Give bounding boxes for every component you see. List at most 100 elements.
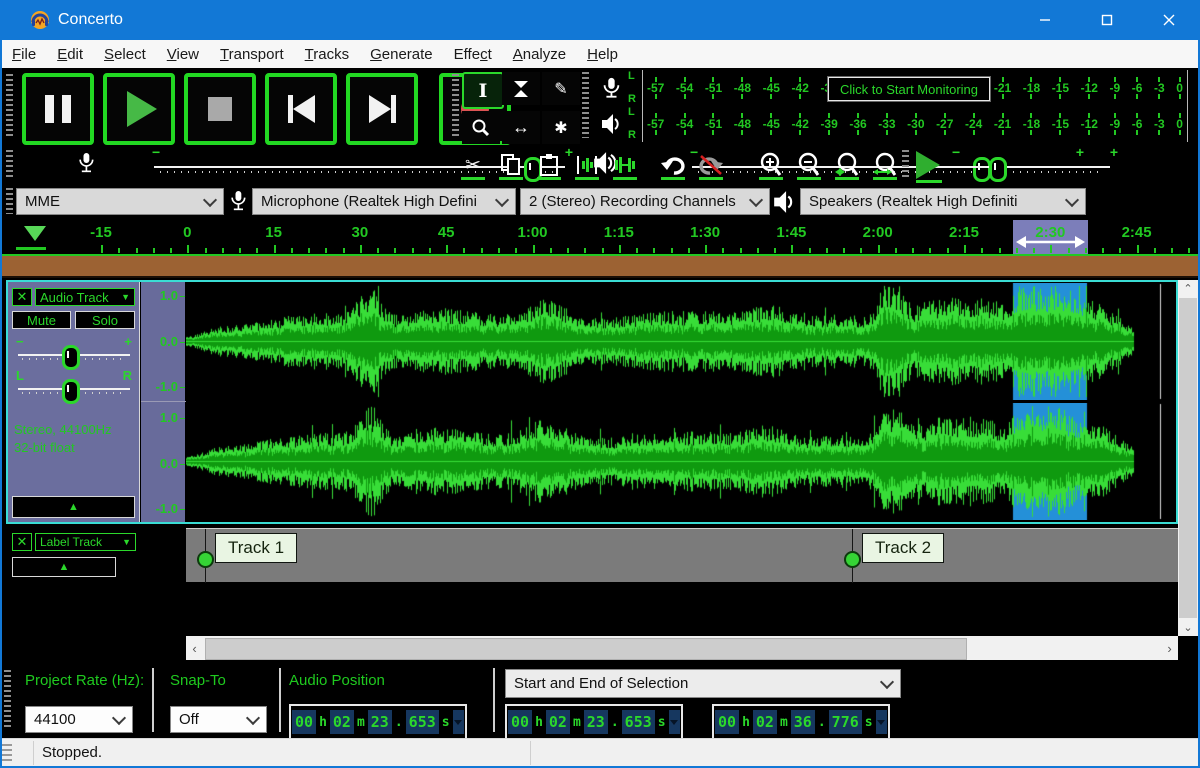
pan-thumb[interactable] [62, 379, 80, 404]
recording-channels-dropdown[interactable]: 2 (Stereo) Recording Channels [520, 188, 770, 215]
label-marker[interactable] [197, 551, 214, 568]
timeline-ruler[interactable]: -1501530451:001:151:301:452:002:152:302:… [0, 220, 1200, 256]
scroll-up-arrow[interactable]: ⌃ [1178, 282, 1198, 295]
trim-audio-button[interactable] [570, 150, 604, 180]
time-digit[interactable]: 653 [622, 710, 655, 734]
scrub-ruler[interactable] [0, 256, 1200, 278]
scroll-down-arrow[interactable]: ⌄ [1178, 621, 1198, 634]
time-unit[interactable]: . [609, 710, 621, 734]
mute-button[interactable]: Mute [12, 311, 71, 329]
play-speed-thumb[interactable] [989, 157, 1007, 182]
undo-button[interactable] [656, 150, 690, 180]
time-unit[interactable]: s [656, 710, 668, 734]
time-field-dropdown-arrow[interactable] [876, 710, 887, 734]
menu-item-analyze[interactable]: Analyze [513, 46, 566, 63]
scroll-right-arrow[interactable]: › [1161, 641, 1178, 656]
multi-tool-button[interactable]: ✱ [542, 111, 580, 144]
gain-slider[interactable]: − + [16, 338, 132, 366]
skip-to-end-button[interactable] [346, 73, 418, 145]
time-field-dropdown-arrow[interactable] [453, 710, 464, 734]
selection-start-field[interactable]: 00h02m23.653s [505, 704, 683, 740]
mixer-toolbar-grip[interactable] [6, 150, 13, 178]
scroll-left-arrow[interactable]: ‹ [186, 641, 203, 656]
timeline-pointer[interactable] [24, 226, 46, 241]
recording-device-dropdown[interactable]: Microphone (Realtek High Defini [252, 188, 516, 215]
time-digit[interactable]: 776 [829, 710, 862, 734]
pan-slider[interactable]: L R [16, 372, 132, 400]
meter-toolbar-grip[interactable] [582, 72, 589, 138]
audio-host-dropdown[interactable]: MME [16, 188, 224, 215]
skip-to-start-button[interactable] [265, 73, 337, 145]
tools-toolbar-grip[interactable] [452, 74, 459, 138]
time-digit[interactable]: 00 [292, 710, 316, 734]
menu-item-transport[interactable]: Transport [220, 46, 284, 63]
menu-item-file[interactable]: File [12, 46, 36, 63]
record-meter-mic-icon[interactable] [594, 72, 628, 104]
time-digit[interactable]: 23 [368, 710, 392, 734]
play-at-speed-grip[interactable] [902, 150, 909, 178]
zoom-tool-button[interactable] [462, 111, 500, 144]
horizontal-scroll-thumb[interactable] [205, 638, 967, 660]
time-unit[interactable]: m [778, 710, 790, 734]
time-unit[interactable]: h [317, 710, 329, 734]
time-digit[interactable]: 02 [753, 710, 777, 734]
zoom-out-button[interactable] [792, 150, 826, 180]
time-digit[interactable]: 36 [791, 710, 815, 734]
time-unit[interactable]: . [816, 710, 828, 734]
menu-item-generate[interactable]: Generate [370, 46, 433, 63]
envelope-tool-button[interactable] [502, 72, 540, 105]
menu-item-help[interactable]: Help [587, 46, 618, 63]
play-button[interactable] [103, 73, 175, 145]
time-shift-tool-button[interactable]: ↔ [502, 111, 540, 144]
time-digit[interactable]: 00 [508, 710, 532, 734]
vertical-ruler[interactable]: 1.00.0-1.01.00.0-1.0 [141, 282, 186, 522]
paste-button[interactable] [532, 150, 566, 180]
project-rate-dropdown[interactable]: 44100 [25, 706, 133, 733]
selection-end-field[interactable]: 00h02m36.776s [712, 704, 890, 740]
time-unit[interactable]: h [740, 710, 752, 734]
menu-item-effect[interactable]: Effect [454, 46, 492, 63]
time-digit[interactable]: 02 [546, 710, 570, 734]
audio-position-field[interactable]: 00h02m23.653s [289, 704, 467, 740]
menu-item-tracks[interactable]: Tracks [305, 46, 349, 63]
label-track-close-button[interactable]: ✕ [12, 533, 32, 551]
menu-item-edit[interactable]: Edit [57, 46, 83, 63]
selection-toolbar-grip[interactable] [4, 670, 11, 730]
waveform-channel-right[interactable] [186, 403, 1176, 520]
track-close-button[interactable]: ✕ [12, 288, 32, 306]
time-digit[interactable]: 653 [406, 710, 439, 734]
playback-device-dropdown[interactable]: Speakers (Realtek High Definiti [800, 188, 1086, 215]
pause-button[interactable] [22, 73, 94, 145]
silence-audio-button[interactable] [608, 150, 642, 180]
label-text-box[interactable]: Track 2 [862, 533, 944, 563]
redo-button-disabled[interactable] [694, 150, 728, 180]
track-collapse-button[interactable]: ▲ [12, 496, 135, 518]
play-speed-slider[interactable]: −+ [952, 150, 1084, 180]
time-unit[interactable]: s [863, 710, 875, 734]
label-track-name-menu[interactable]: Label Track▼ [35, 533, 136, 551]
time-field-dropdown-arrow[interactable] [669, 710, 680, 734]
transport-toolbar-grip[interactable] [6, 74, 13, 138]
time-unit[interactable]: m [355, 710, 367, 734]
play-at-speed-button[interactable] [916, 151, 942, 183]
draw-tool-button[interactable]: ✎ [542, 72, 580, 105]
label-track-row[interactable]: Track 1 Track 2 [186, 528, 1178, 582]
menu-item-select[interactable]: Select [104, 46, 146, 63]
track-name-menu[interactable]: Audio Track▼ [35, 288, 135, 306]
close-button[interactable] [1138, 0, 1200, 40]
maximize-button[interactable] [1076, 0, 1138, 40]
playback-meter[interactable]: -57-54-51-48-45-42-39-36-33-30-27-24-21-… [642, 106, 1188, 142]
time-digit[interactable]: 02 [330, 710, 354, 734]
label-text-box[interactable]: Track 1 [215, 533, 297, 563]
time-unit[interactable]: . [393, 710, 405, 734]
time-unit[interactable]: h [533, 710, 545, 734]
label-track-collapse-button[interactable]: ▲ [12, 557, 116, 577]
time-digit[interactable]: 00 [715, 710, 739, 734]
snap-to-dropdown[interactable]: Off [170, 706, 267, 733]
selection-tool-button[interactable]: I [462, 72, 504, 109]
time-unit[interactable]: s [440, 710, 452, 734]
waveform-channel-left[interactable] [186, 283, 1176, 400]
menu-item-view[interactable]: View [167, 46, 199, 63]
playback-meter-speaker-icon[interactable] [594, 108, 628, 140]
gain-thumb[interactable] [62, 345, 80, 370]
